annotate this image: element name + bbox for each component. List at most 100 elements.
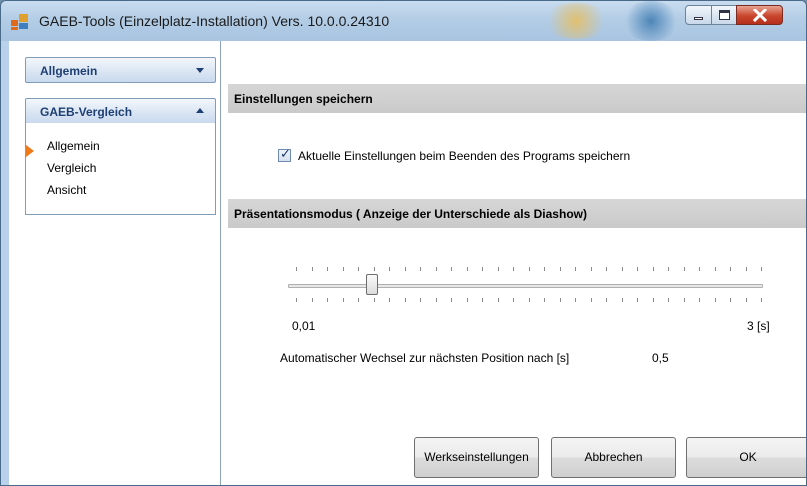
nav-group-label: GAEB-Vergleich — [40, 105, 133, 119]
slider-tick — [591, 298, 592, 302]
slider-tick — [606, 298, 607, 302]
slider-tick — [653, 267, 654, 271]
nav-group-gaeb-vergleich[interactable]: GAEB-Vergleich — [25, 98, 216, 124]
slider-tick — [374, 298, 375, 302]
slider-tick — [296, 298, 297, 302]
presentation-interval-slider[interactable] — [288, 265, 763, 305]
slider-tick — [715, 267, 716, 271]
slider-tick — [560, 267, 561, 271]
minimize-icon — [694, 17, 703, 20]
section-title: Einstellungen speichern — [234, 92, 373, 106]
slider-tick — [730, 267, 731, 271]
slider-tick — [529, 267, 530, 271]
auto-advance-label: Automatischer Wechsel zur nächsten Posit… — [280, 351, 570, 365]
slider-tick — [343, 267, 344, 271]
slider-tick — [544, 298, 545, 302]
checkmark-icon: ✓ — [280, 147, 291, 162]
slider-tick — [358, 267, 359, 271]
slider-tick — [436, 298, 437, 302]
slider-tick — [684, 298, 685, 302]
slider-tick — [746, 267, 747, 271]
nav-item-ansicht[interactable]: Ansicht — [47, 183, 86, 197]
section-title: Präsentationsmodus ( Anzeige der Untersc… — [234, 207, 587, 221]
slider-tick — [637, 298, 638, 302]
slider-tick — [622, 267, 623, 271]
close-icon — [753, 9, 767, 22]
slider-tick — [668, 267, 669, 271]
slider-tick — [761, 267, 762, 271]
slider-tick — [761, 298, 762, 302]
slider-max-label: 3 [s] — [747, 319, 770, 333]
slider-tick — [513, 267, 514, 271]
slider-tick — [513, 298, 514, 302]
slider-tick — [296, 267, 297, 271]
slider-tick — [420, 298, 421, 302]
save-settings-label[interactable]: Aktuelle Einstellungen beim Beenden des … — [298, 149, 630, 163]
selected-item-marker-icon — [26, 145, 34, 157]
nav-group-allgemein[interactable]: Allgemein — [25, 57, 216, 83]
slider-tick — [389, 267, 390, 271]
minimize-button[interactable] — [685, 5, 712, 25]
save-settings-checkbox[interactable]: ✓ — [278, 147, 291, 162]
slider-tick — [358, 298, 359, 302]
slider-tick — [575, 298, 576, 302]
slider-tick — [498, 298, 499, 302]
slider-tick — [405, 267, 406, 271]
slider-tick — [575, 267, 576, 271]
slider-tick — [482, 298, 483, 302]
nav-group-label: Allgemein — [40, 64, 98, 78]
slider-min-label: 0,01 — [292, 319, 316, 333]
slider-tick — [560, 298, 561, 302]
settings-pane: Einstellungen speichern ✓ Aktuelle Einst… — [228, 41, 806, 485]
slider-tick — [699, 267, 700, 271]
slider-tick — [699, 298, 700, 302]
slider-tick — [746, 298, 747, 302]
section-header-presentation: Präsentationsmodus ( Anzeige der Untersc… — [228, 199, 806, 228]
slider-tick — [591, 267, 592, 271]
window-title: GAEB-Tools (Einzelplatz-Installation) Ve… — [39, 13, 390, 29]
title-bar-background-decoration — [621, 1, 681, 41]
slider-tick — [312, 267, 313, 271]
auto-advance-value: 0,5 — [652, 351, 669, 365]
app-window: GAEB-Tools (Einzelplatz-Installation) Ve… — [0, 0, 807, 486]
slider-tick — [637, 267, 638, 271]
slider-tick — [482, 267, 483, 271]
cancel-button[interactable]: Abbrechen — [551, 437, 676, 478]
slider-tick — [684, 267, 685, 271]
slider-tick — [343, 298, 344, 302]
slider-tick — [327, 267, 328, 271]
slider-tick — [730, 298, 731, 302]
dialog-client-area: Allgemein GAEB-Vergleich Allgemein Vergl… — [9, 41, 806, 485]
slider-tick — [544, 267, 545, 271]
slider-ticks — [296, 267, 762, 272]
factory-defaults-button[interactable]: Werkseinstellungen — [414, 437, 539, 478]
slider-tick — [420, 267, 421, 271]
nav-item-vergleich[interactable]: Vergleich — [47, 161, 96, 175]
slider-tick — [529, 298, 530, 302]
chevron-up-icon — [196, 108, 204, 113]
slider-tick — [451, 298, 452, 302]
app-icon — [11, 14, 29, 30]
section-header-save: Einstellungen speichern — [228, 84, 806, 113]
slider-tick — [498, 267, 499, 271]
chevron-down-icon — [196, 68, 204, 73]
close-button[interactable] — [736, 5, 783, 25]
slider-ticks — [296, 298, 762, 303]
slider-tick — [312, 298, 313, 302]
slider-tick — [622, 298, 623, 302]
maximize-icon — [719, 10, 730, 20]
title-bar[interactable]: GAEB-Tools (Einzelplatz-Installation) Ve… — [1, 1, 806, 41]
slider-track[interactable] — [288, 284, 763, 288]
slider-tick — [451, 267, 452, 271]
title-bar-background-decoration — [541, 3, 611, 39]
nav-item-allgemein[interactable]: Allgemein — [47, 139, 100, 153]
slider-thumb[interactable] — [366, 274, 378, 295]
maximize-button[interactable] — [711, 5, 737, 25]
slider-tick — [467, 298, 468, 302]
slider-tick — [668, 298, 669, 302]
ok-button[interactable]: OK — [686, 437, 806, 478]
slider-tick — [374, 267, 375, 271]
slider-tick — [715, 298, 716, 302]
slider-tick — [405, 298, 406, 302]
slider-tick — [467, 267, 468, 271]
